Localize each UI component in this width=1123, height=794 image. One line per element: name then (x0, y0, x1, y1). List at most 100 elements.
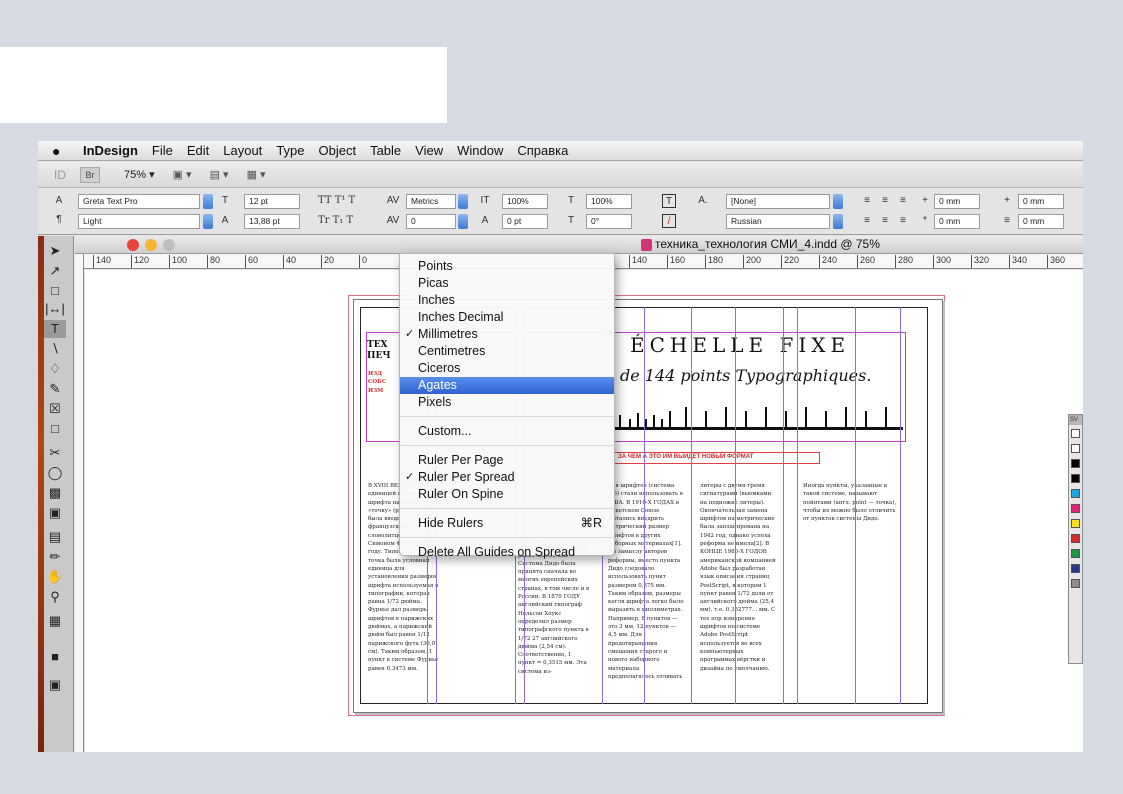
last-line-indent-field[interactable]: 0 mm (1018, 214, 1064, 229)
zoom-level-dropdown[interactable]: 75% ▾ (124, 168, 155, 181)
menu-object[interactable]: Object (312, 143, 364, 158)
menu-file[interactable]: File (145, 143, 180, 158)
fill-stroke-icon[interactable]: ▦ (44, 612, 66, 630)
align-right-icon[interactable]: ≡ (896, 194, 910, 208)
selection-tool-icon[interactable]: ➤ (44, 242, 66, 260)
character-style-field[interactable]: [None] (726, 194, 830, 209)
text-fill-icon[interactable]: T (662, 194, 676, 208)
menu-item-picas[interactable]: Picas (400, 275, 614, 292)
menu-item-millimetres[interactable]: ✓ Millimetres (400, 326, 614, 343)
menu-table[interactable]: Table (363, 143, 408, 158)
menu-help[interactable]: Справка (510, 143, 575, 158)
gap-tool-icon[interactable]: |↔| (44, 300, 66, 318)
justify-center-icon[interactable]: ≡ (878, 214, 892, 228)
left-indent-field[interactable]: 0 mm (934, 194, 980, 209)
kerning-field[interactable]: Metrics (406, 194, 456, 209)
apple-menu-icon[interactable]: ● (52, 143, 76, 159)
column-guide[interactable] (783, 307, 784, 704)
character-style-dropdown-icon[interactable] (833, 194, 843, 209)
pen-tool-icon[interactable]: ♢ (44, 360, 66, 378)
column-guide[interactable] (735, 307, 736, 704)
menu-item-delete-all-guides[interactable]: Delete All Guides on Spread (400, 544, 614, 561)
language-dropdown-icon[interactable] (833, 214, 843, 229)
justify-left-icon[interactable]: ≡ (860, 214, 874, 228)
menu-item-ciceros[interactable]: Ciceros (400, 360, 614, 377)
kerning-dropdown-icon[interactable] (458, 194, 468, 209)
align-left-icon[interactable]: ≡ (860, 194, 874, 208)
tracking-dropdown-icon[interactable] (458, 214, 468, 229)
menu-layout[interactable]: Layout (216, 143, 269, 158)
skew-field[interactable]: 0° (586, 214, 632, 229)
column-guide[interactable] (797, 307, 798, 704)
font-style-dropdown-icon[interactable] (203, 214, 213, 229)
free-transform-tool-icon[interactable]: ◯ (44, 464, 66, 482)
menu-item-hide-rulers[interactable]: Hide Rulers ⌘R (400, 515, 614, 532)
menu-view[interactable]: View (408, 143, 450, 158)
text-stroke-icon[interactable]: / (662, 214, 676, 228)
eyedropper-tool-icon[interactable]: ✏ (44, 548, 66, 566)
menu-app-indesign[interactable]: InDesign (76, 143, 145, 158)
scissors-tool-icon[interactable]: ✂ (44, 444, 66, 462)
vertical-scale-field[interactable]: 100% (502, 194, 548, 209)
baseline-shift-field[interactable]: 0 pt (502, 214, 548, 229)
horizontal-scale-field[interactable]: 100% (586, 194, 632, 209)
column-guide[interactable] (900, 307, 901, 704)
right-indent-field[interactable]: 0 mm (1018, 194, 1064, 209)
font-family-dropdown-icon[interactable] (203, 194, 213, 209)
rectangle-tool-icon[interactable]: □ (44, 420, 66, 438)
menu-item-custom[interactable]: Custom... (400, 423, 614, 440)
justify-all-icon[interactable]: ≡ (896, 214, 910, 228)
swatch-color[interactable] (1071, 444, 1080, 453)
swatch-color[interactable] (1071, 459, 1080, 468)
column-guide[interactable] (644, 307, 645, 704)
minimize-window-icon[interactable] (145, 239, 157, 251)
formatting-affects-icon[interactable]: ■ (44, 648, 66, 666)
menu-item-agates[interactable]: Agates (400, 377, 614, 394)
tracking-field[interactable]: 0 (406, 214, 456, 229)
menu-item-pixels[interactable]: Pixels (400, 394, 614, 411)
hand-tool-icon[interactable]: ✋ (44, 568, 66, 586)
menu-item-centimetres[interactable]: Centimetres (400, 343, 614, 360)
first-line-indent-field[interactable]: 0 mm (934, 214, 980, 229)
pencil-tool-icon[interactable]: ✎ (44, 380, 66, 398)
font-style-field[interactable]: Light (78, 214, 200, 229)
align-center-icon[interactable]: ≡ (878, 194, 892, 208)
gradient-feather-tool-icon[interactable]: ▣ (44, 504, 66, 522)
swatch-color[interactable] (1071, 519, 1080, 528)
screen-mode-dropdown[interactable]: ▤ ▾ (210, 168, 229, 181)
swatch-color[interactable] (1071, 564, 1080, 573)
column-guide[interactable] (855, 307, 856, 704)
swatch-color[interactable] (1071, 534, 1080, 543)
vertical-ruler[interactable] (75, 254, 84, 752)
swatch-color[interactable] (1071, 429, 1080, 438)
view-options-dropdown[interactable]: ▣ ▾ (173, 168, 192, 181)
menu-window[interactable]: Window (450, 143, 510, 158)
swatch-color[interactable] (1071, 549, 1080, 558)
zoom-window-icon[interactable] (163, 239, 175, 251)
paragraph-mode-icon[interactable]: ¶ (52, 213, 66, 227)
arrange-documents-dropdown[interactable]: ▦ ▾ (247, 168, 266, 181)
character-mode-icon[interactable]: A (52, 194, 66, 208)
leading-field[interactable]: 13,88 pt (244, 214, 300, 229)
all-caps-button[interactable]: TT T¹ T (318, 195, 355, 206)
menu-item-inches[interactable]: Inches (400, 292, 614, 309)
menu-item-ruler-per-page[interactable]: Ruler Per Page (400, 452, 614, 469)
column-guide[interactable] (691, 307, 692, 704)
swatch-color[interactable] (1071, 474, 1080, 483)
font-family-field[interactable]: Greta Text Pro (78, 194, 200, 209)
swatch-color[interactable] (1071, 579, 1080, 588)
direct-selection-tool-icon[interactable]: ↗ (44, 262, 66, 280)
swatch-color[interactable] (1071, 504, 1080, 513)
menu-item-points[interactable]: Points (400, 258, 614, 275)
line-tool-icon[interactable]: ∖ (44, 340, 66, 358)
language-field[interactable]: Russian (726, 214, 830, 229)
swatches-panel-header[interactable]: SV (1069, 415, 1082, 425)
menu-item-inches-decimal[interactable]: Inches Decimal (400, 309, 614, 326)
rectangle-frame-tool-icon[interactable]: ☒ (44, 400, 66, 418)
small-caps-button[interactable]: Tr T₁ T (318, 215, 353, 226)
menu-item-ruler-per-spread[interactable]: ✓ Ruler Per Spread (400, 469, 614, 486)
menu-edit[interactable]: Edit (180, 143, 216, 158)
font-size-field[interactable]: 12 pt (244, 194, 300, 209)
page-tool-icon[interactable]: □ (44, 282, 66, 300)
menu-item-ruler-on-spine[interactable]: Ruler On Spine (400, 486, 614, 503)
